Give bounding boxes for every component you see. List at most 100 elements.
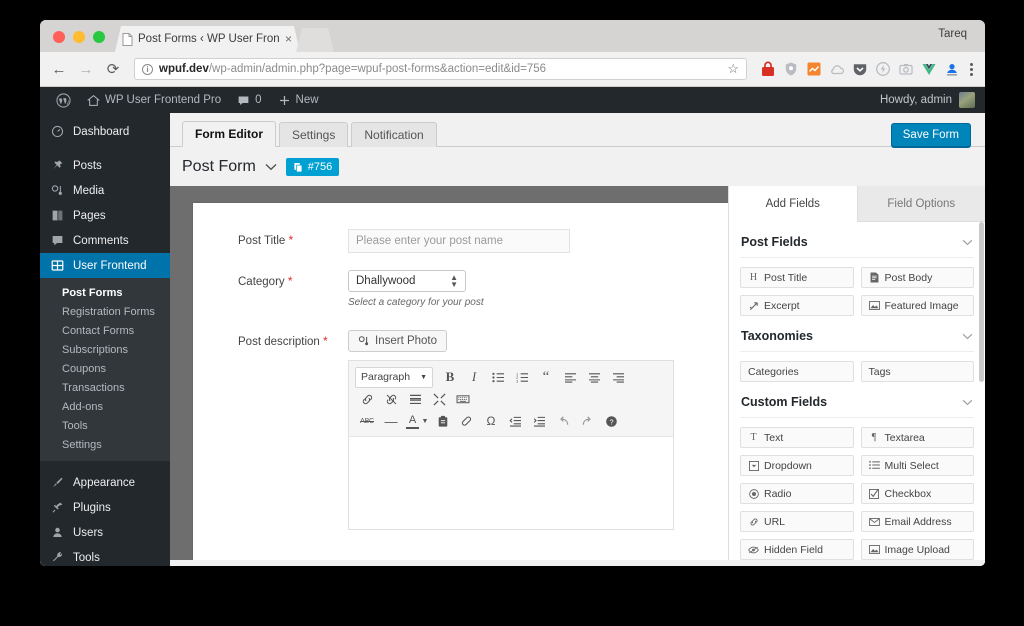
new-tab-button[interactable] — [296, 28, 334, 52]
chip-text[interactable]: T Text — [740, 427, 854, 448]
tab-field-options[interactable]: Field Options — [856, 186, 985, 222]
sidebar-subitem-subscriptions[interactable]: Subscriptions — [40, 340, 170, 359]
unlink-icon[interactable] — [379, 388, 403, 410]
chip-dropdown[interactable]: Dropdown — [740, 455, 854, 476]
sidebar-subitem-add-ons[interactable]: Add-ons — [40, 397, 170, 416]
field-panel-scroll[interactable]: Post Fields H Post Title Post Body Excer… — [729, 222, 985, 560]
chevron-down-icon[interactable] — [265, 163, 277, 171]
italic-icon[interactable]: I — [462, 366, 486, 388]
user-account-icon[interactable] — [944, 61, 960, 77]
chip-hidden-field[interactable]: Hidden Field — [740, 539, 854, 560]
chip-textarea[interactable]: ¶ Textarea — [860, 427, 974, 448]
section-custom-fields-header[interactable]: Custom Fields — [740, 382, 974, 418]
post-title-input[interactable]: Please enter your post name — [348, 229, 570, 253]
kitchen-sink-icon[interactable] — [451, 388, 475, 410]
address-bar[interactable]: i wpuf.dev/wp-admin/admin.php?page=wpuf-… — [134, 58, 747, 80]
lastpass-icon[interactable] — [760, 61, 776, 77]
form-id-badge[interactable]: #756 — [285, 158, 340, 176]
numbered-list-icon[interactable]: 123 — [510, 366, 534, 388]
sidebar-item-tools[interactable]: Tools — [40, 545, 170, 566]
editor-content-area[interactable] — [349, 437, 673, 529]
browser-profile-name[interactable]: Tareq — [938, 28, 967, 40]
category-select[interactable]: Dhallywood ▲ ▼ — [348, 270, 466, 292]
shield-icon[interactable] — [783, 61, 799, 77]
bold-icon[interactable]: B — [438, 366, 462, 388]
fullscreen-icon[interactable] — [427, 388, 451, 410]
field-panel-scrollbar[interactable] — [979, 222, 984, 382]
chip-excerpt[interactable]: Excerpt — [740, 295, 854, 316]
sidebar-item-plugins[interactable]: Plugins — [40, 495, 170, 520]
tab-settings[interactable]: Settings — [279, 122, 349, 147]
sidebar-subitem-post-forms[interactable]: Post Forms — [40, 283, 170, 302]
rich-text-editor[interactable]: Paragraph ▼ B I 1 2 3 “ ABC — A ▼ Ω ? — [348, 360, 674, 530]
clear-formatting-icon[interactable] — [455, 410, 479, 432]
chip-radio[interactable]: Radio — [740, 483, 854, 504]
sidebar-subitem-registration-forms[interactable]: Registration Forms — [40, 302, 170, 321]
tab-notification[interactable]: Notification — [351, 122, 437, 147]
minimize-window-button[interactable] — [73, 31, 85, 43]
link-icon[interactable] — [355, 388, 379, 410]
chip-email-address[interactable]: Email Address — [860, 511, 974, 532]
chip-post-title[interactable]: H Post Title — [740, 267, 854, 288]
wordpress-logo-icon[interactable] — [48, 87, 79, 113]
reload-button[interactable]: ⟳ — [103, 59, 123, 79]
account-menu[interactable]: Howdy, admin — [880, 92, 985, 108]
read-more-icon[interactable] — [403, 388, 427, 410]
sidebar-item-posts[interactable]: Posts — [40, 153, 170, 178]
chevron-down-icon[interactable] — [962, 333, 973, 340]
chip-url[interactable]: URL — [740, 511, 854, 532]
redo-icon[interactable] — [575, 410, 599, 432]
sidebar-item-appearance[interactable]: Appearance — [40, 470, 170, 495]
kebab-menu-icon[interactable] — [967, 62, 976, 76]
section-taxonomies-header[interactable]: Taxonomies — [740, 316, 974, 352]
comments-menu[interactable]: 0 — [229, 87, 269, 113]
analytics-icon[interactable] — [806, 61, 822, 77]
undo-icon[interactable] — [551, 410, 575, 432]
site-name-menu[interactable]: WP User Frontend Pro — [79, 87, 229, 113]
bulleted-list-icon[interactable] — [486, 366, 510, 388]
info-circle-icon[interactable]: i — [142, 63, 153, 75]
sidebar-item-dashboard[interactable]: Dashboard — [40, 119, 170, 144]
section-post-fields-header[interactable]: Post Fields — [740, 222, 974, 258]
forward-button[interactable]: → — [76, 59, 96, 79]
form-field-post-title[interactable]: Post Title * Please enter your post name — [193, 229, 728, 253]
sidebar-subitem-tools[interactable]: Tools — [40, 416, 170, 435]
help-icon[interactable]: ? — [599, 410, 623, 432]
sidebar-item-comments[interactable]: Comments — [40, 228, 170, 253]
blockquote-icon[interactable]: “ — [534, 366, 558, 388]
chip-tags[interactable]: Tags — [860, 361, 974, 382]
chip-checkbox[interactable]: Checkbox — [860, 483, 974, 504]
form-field-category[interactable]: Category * Dhallywood ▲ ▼ Select a categ… — [193, 270, 728, 308]
cloud-icon[interactable] — [829, 61, 845, 77]
form-field-post-description[interactable]: Post description * Insert Photo Paragrap… — [193, 330, 728, 530]
align-left-icon[interactable] — [558, 366, 582, 388]
chevron-down-icon[interactable] — [962, 239, 973, 246]
align-center-icon[interactable] — [582, 366, 606, 388]
chip-featured-image[interactable]: Featured Image — [860, 295, 974, 316]
sidebar-subitem-settings[interactable]: Settings — [40, 435, 170, 454]
close-window-button[interactable] — [53, 31, 65, 43]
tab-form-editor[interactable]: Form Editor — [182, 121, 276, 147]
maximize-window-button[interactable] — [93, 31, 105, 43]
paste-as-text-icon[interactable] — [431, 410, 455, 432]
camera-icon[interactable] — [898, 61, 914, 77]
sidebar-item-users[interactable]: Users — [40, 520, 170, 545]
sidebar-subitem-contact-forms[interactable]: Contact Forms — [40, 321, 170, 340]
chip-post-body[interactable]: Post Body — [860, 267, 974, 288]
indent-icon[interactable] — [527, 410, 551, 432]
vue-devtools-icon[interactable] — [921, 61, 937, 77]
text-color-caret-icon[interactable]: ▼ — [419, 410, 431, 432]
new-content-menu[interactable]: New — [270, 87, 327, 113]
sidebar-subitem-transactions[interactable]: Transactions — [40, 378, 170, 397]
close-icon[interactable]: × — [284, 33, 293, 45]
pocket-icon[interactable] — [852, 61, 868, 77]
sidebar-subitem-coupons[interactable]: Coupons — [40, 359, 170, 378]
horizontal-rule-icon[interactable]: — — [379, 410, 403, 432]
browser-tab-active[interactable]: Post Forms ‹ WP User Fronten × — [115, 26, 300, 52]
lightning-icon[interactable] — [875, 61, 891, 77]
tab-add-fields[interactable]: Add Fields — [729, 186, 857, 222]
save-form-button[interactable]: Save Form — [890, 123, 971, 147]
back-button[interactable]: ← — [49, 59, 69, 79]
outdent-icon[interactable] — [503, 410, 527, 432]
chip-categories[interactable]: Categories — [740, 361, 854, 382]
